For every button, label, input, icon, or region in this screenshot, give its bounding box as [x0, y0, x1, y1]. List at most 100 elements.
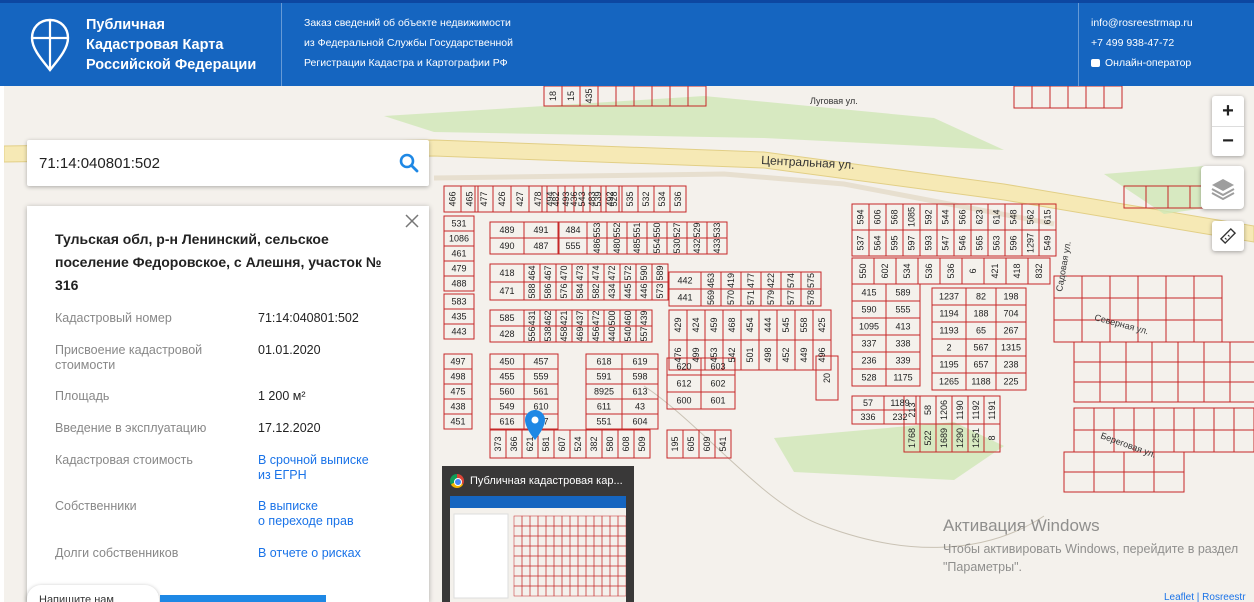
land-parcel[interactable]: [1177, 381, 1205, 403]
parcel-number: 580: [605, 436, 615, 451]
land-parcel[interactable]: [1067, 86, 1087, 109]
contact-email[interactable]: info@rosreestrmap.ru: [1091, 13, 1254, 33]
parcel-number: 20: [822, 373, 832, 383]
land-parcel[interactable]: [1203, 381, 1231, 403]
parcel-number: 552: [612, 222, 622, 237]
land-parcel[interactable]: [1031, 86, 1051, 109]
land-parcel[interactable]: [1193, 429, 1215, 453]
land-parcel[interactable]: [1151, 361, 1179, 383]
land-parcel[interactable]: [1173, 407, 1195, 431]
land-parcel[interactable]: [1229, 361, 1254, 383]
egrn-extract-link[interactable]: В срочной выписке из ЕГРН: [258, 453, 418, 483]
cadastral-search-input[interactable]: [39, 154, 389, 172]
risk-report-link[interactable]: В отчете о рисках: [258, 546, 418, 561]
land-parcel[interactable]: [1213, 429, 1235, 453]
land-parcel[interactable]: [1013, 86, 1033, 109]
land-parcel[interactable]: [1113, 407, 1135, 431]
land-parcel[interactable]: [1173, 429, 1195, 453]
land-parcel[interactable]: [1203, 341, 1231, 363]
parcel-number: 480: [612, 238, 622, 253]
land-parcel[interactable]: [1125, 361, 1153, 383]
parcel-number: 1237: [939, 292, 959, 302]
land-parcel[interactable]: [1053, 297, 1083, 321]
land-parcel[interactable]: [1093, 471, 1125, 493]
brand[interactable]: Публичная Кадастровая Карта Российской Ф…: [0, 3, 282, 86]
land-parcel[interactable]: [1085, 86, 1105, 109]
land-parcel[interactable]: [1233, 407, 1254, 431]
land-parcel[interactable]: [1073, 361, 1101, 383]
land-parcel[interactable]: [1073, 381, 1101, 403]
location-marker-icon[interactable]: [525, 410, 545, 440]
land-parcel[interactable]: [1081, 275, 1111, 299]
green-area: [774, 422, 1004, 480]
parcel-number: 424: [691, 317, 701, 332]
parcel-number: 225: [1003, 377, 1018, 387]
zoom-in-button[interactable]: +: [1212, 96, 1244, 126]
land-parcel[interactable]: [1073, 407, 1095, 431]
contact-us-tab[interactable]: Напишите нам: [27, 585, 159, 602]
parcel-number: 15: [566, 91, 576, 101]
land-parcel[interactable]: [1093, 451, 1125, 473]
land-parcel[interactable]: [1053, 319, 1083, 343]
land-parcel[interactable]: [1193, 297, 1223, 321]
zoom-out-button[interactable]: −: [1212, 126, 1244, 156]
land-parcel[interactable]: [1099, 381, 1127, 403]
land-parcel[interactable]: [1137, 297, 1167, 321]
land-parcel[interactable]: [1153, 451, 1185, 473]
parcel-number: 442: [677, 276, 692, 286]
parcel-number: 1251: [971, 428, 981, 448]
ownership-transfer-link[interactable]: В выписке о переходе прав: [258, 499, 418, 529]
land-parcel[interactable]: [1063, 471, 1095, 493]
land-parcel[interactable]: [1073, 429, 1095, 453]
land-parcel[interactable]: [1049, 86, 1069, 109]
row-label: Площадь: [55, 389, 110, 403]
land-parcel[interactable]: [1099, 361, 1127, 383]
land-parcel[interactable]: [1109, 275, 1139, 299]
map-attribution[interactable]: Leaflet | Rosreestr: [1164, 592, 1246, 602]
land-parcel[interactable]: [1203, 361, 1231, 383]
land-parcel[interactable]: [1193, 275, 1223, 299]
layers-button[interactable]: [1201, 166, 1244, 209]
land-parcel[interactable]: [1229, 381, 1254, 403]
parcel-number: 466: [448, 191, 458, 206]
order-button[interactable]: [160, 595, 326, 602]
online-operator-link[interactable]: Онлайн-оператор: [1091, 53, 1254, 73]
land-parcel[interactable]: [1103, 86, 1123, 109]
land-parcel[interactable]: [1229, 341, 1254, 363]
taskbar-window-preview[interactable]: Публичная кадастровая кар...: [442, 466, 634, 602]
land-parcel[interactable]: [1193, 407, 1215, 431]
land-parcel[interactable]: [1177, 361, 1205, 383]
land-parcel[interactable]: [1193, 319, 1223, 343]
land-parcel[interactable]: [1165, 275, 1195, 299]
parcel-number: 551: [632, 222, 642, 237]
land-parcel[interactable]: [1151, 381, 1179, 403]
land-parcel[interactable]: [1137, 275, 1167, 299]
land-parcel[interactable]: [1099, 341, 1127, 363]
contact-phone[interactable]: +7 499 938-47-72: [1091, 33, 1254, 53]
parcel-number: 623: [975, 209, 985, 224]
land-parcel[interactable]: [1165, 319, 1195, 343]
land-parcel[interactable]: [1153, 471, 1185, 493]
land-parcel[interactable]: [1233, 429, 1254, 453]
land-parcel[interactable]: [1125, 341, 1153, 363]
land-parcel[interactable]: [1213, 407, 1235, 431]
land-parcel[interactable]: [1133, 407, 1155, 431]
close-icon[interactable]: [403, 212, 421, 230]
parcel-number: 446: [639, 283, 649, 298]
land-parcel[interactable]: [1177, 341, 1205, 363]
land-parcel[interactable]: [1093, 407, 1115, 431]
parcel-number: 479: [451, 264, 466, 274]
land-parcel[interactable]: [1153, 429, 1175, 453]
land-parcel[interactable]: [1165, 297, 1195, 321]
land-parcel[interactable]: [1123, 471, 1155, 493]
chat-icon: [1091, 59, 1100, 67]
parcel-number: 604: [632, 417, 647, 427]
parcel-number: 441: [677, 293, 692, 303]
land-parcel[interactable]: [1125, 381, 1153, 403]
land-parcel[interactable]: [1073, 341, 1101, 363]
search-button[interactable]: [389, 143, 429, 183]
land-parcel[interactable]: [1063, 451, 1095, 473]
land-parcel[interactable]: [1151, 341, 1179, 363]
land-parcel[interactable]: [1153, 407, 1175, 431]
measure-button[interactable]: [1212, 221, 1244, 251]
